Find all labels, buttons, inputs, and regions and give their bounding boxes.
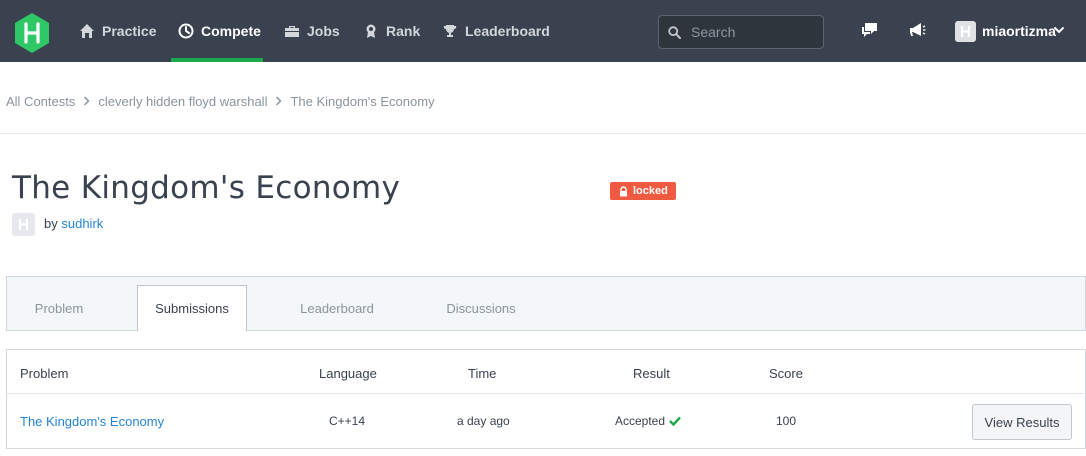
tab-problem[interactable]: Problem [7,285,111,332]
submissions-table: Problem Language Time Result Score The K… [6,349,1086,449]
submission-score: 100 [776,414,797,428]
briefcase-icon [285,26,299,37]
challenge-tabs: Problem Submissions Leaderboard Discussi… [6,276,1086,331]
nav-leaderboard[interactable]: Leaderboard [442,0,550,62]
nav-rank-label: Rank [386,23,421,39]
search-icon [668,25,681,39]
column-header-problem: Problem [20,366,69,381]
submission-time: a day ago [457,414,510,428]
clock-icon [178,23,194,39]
nav-practice[interactable]: Practice [79,0,156,62]
tab-leaderboard[interactable]: Leaderboard [287,285,387,332]
column-header-language: Language [319,366,377,381]
avatar-placeholder-icon [18,219,29,230]
column-header-time: Time [468,366,497,381]
active-nav-indicator [171,58,263,62]
home-icon [80,24,94,38]
lock-icon [620,185,627,196]
chevron-right-icon [276,96,283,106]
chevron-right-icon [84,96,90,106]
column-header-result: Result [633,366,670,381]
search-box[interactable] [658,15,824,49]
page-title: The Kingdom's Economy [12,170,401,206]
status-badge-label: locked [633,185,668,197]
tab-discussions[interactable]: Discussions [435,285,527,332]
view-results-button[interactable]: View Results [972,404,1072,440]
username[interactable]: miaortizma [982,0,1056,62]
check-icon [669,416,681,426]
breadcrumb-challenge[interactable]: The Kingdom's Economy [290,94,434,109]
by-label: by [44,216,58,231]
search-input[interactable] [691,24,811,40]
submission-problem-link[interactable]: The Kingdom's Economy [20,394,164,449]
chat-icon[interactable] [860,20,880,40]
chevron-down-icon[interactable] [1053,25,1065,35]
nav-jobs[interactable]: Jobs [284,0,340,62]
nav-compete[interactable]: Compete [178,0,261,62]
top-nav: Practice Compete Jobs Rank Leaderboard m… [0,0,1086,62]
trophy-icon [443,25,457,37]
nav-compete-label: Compete [201,23,261,39]
nav-practice-label: Practice [102,23,157,39]
breadcrumb-all-contests[interactable]: All Contests [6,94,75,109]
nav-rank[interactable]: Rank [363,0,420,62]
submission-result-label: Accepted [615,414,666,428]
nav-jobs-label: Jobs [307,23,340,39]
byline: by sudhirk [44,216,103,231]
status-badge: locked [610,182,676,200]
submission-result: Accepted [615,394,681,449]
rank-medal-icon [366,24,376,38]
tab-submissions[interactable]: Submissions [137,285,247,331]
table-header: Problem Language Time Result Score [7,350,1085,394]
submission-language: C++14 [329,414,366,428]
megaphone-icon[interactable] [907,20,927,40]
breadcrumb: All Contests cleverly hidden floyd warsh… [6,91,435,111]
column-header-score: Score [769,366,803,381]
header-divider [0,133,1086,134]
nav-leaderboard-label: Leaderboard [465,23,550,39]
avatar-placeholder-icon [960,26,971,37]
author-link[interactable]: sudhirk [61,216,103,231]
user-avatar[interactable] [955,21,976,42]
author-avatar[interactable] [12,213,35,236]
breadcrumb-contest[interactable]: cleverly hidden floyd warshall [98,94,267,109]
hackerrank-logo-icon[interactable] [13,12,51,54]
